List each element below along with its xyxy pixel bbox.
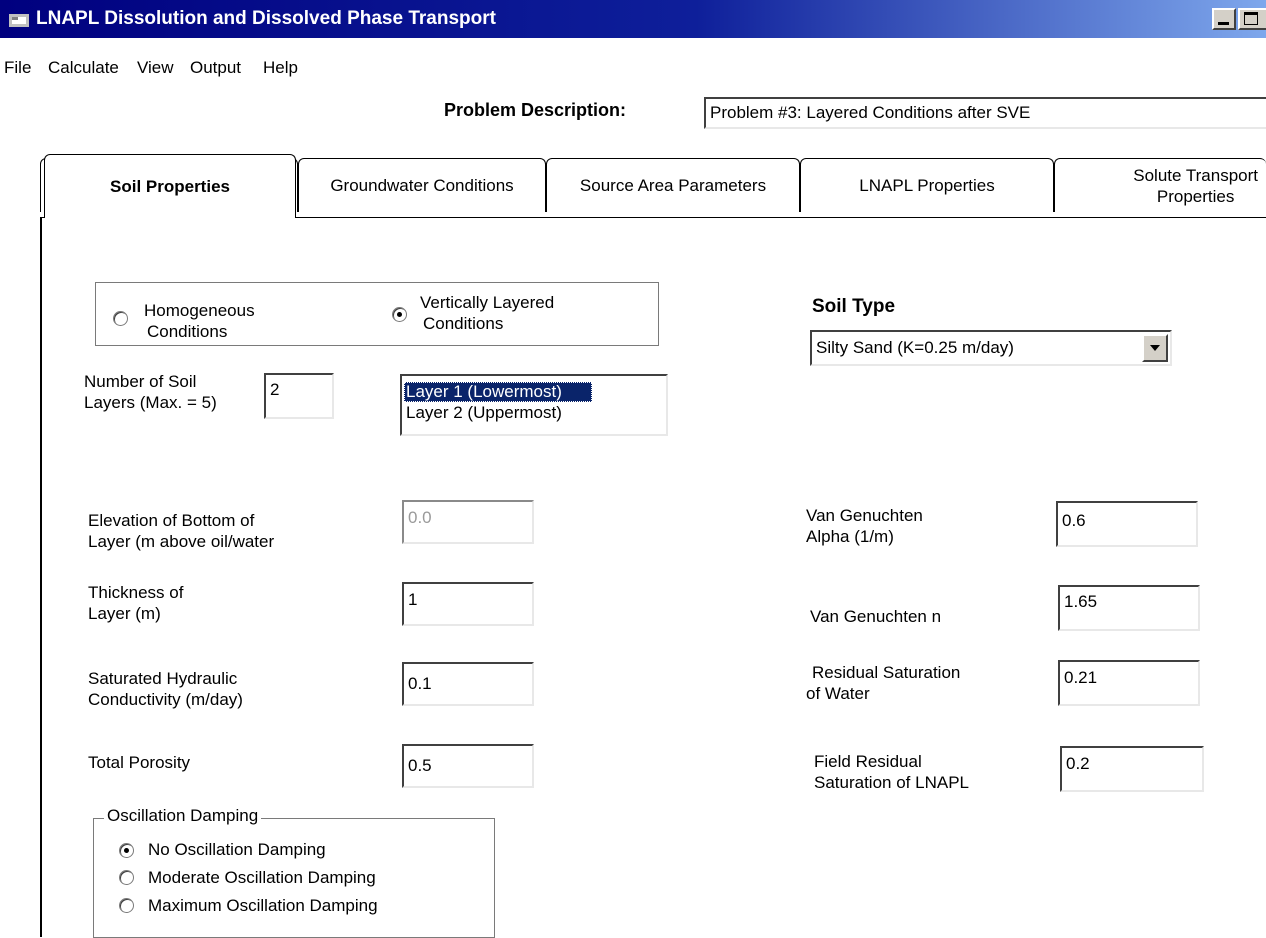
- chevron-down-icon: [1150, 345, 1160, 351]
- moderate-damping-label[interactable]: Moderate Oscillation Damping: [148, 868, 376, 888]
- n-field[interactable]: 1.65: [1058, 585, 1200, 631]
- thickness-label-line2: Layer (m): [88, 604, 161, 623]
- minimize-button[interactable]: [1212, 8, 1236, 30]
- n-label: Van Genuchten n: [810, 607, 942, 626]
- alpha-field[interactable]: 0.6: [1056, 501, 1198, 547]
- lnapl-sat-label-line1: Field Residual: [814, 752, 922, 771]
- tab-solute-line1: Solute Transport: [1133, 165, 1258, 185]
- porosity-field[interactable]: 0.5: [402, 744, 534, 788]
- lnapl-saturation-field[interactable]: 0.2: [1060, 746, 1204, 792]
- problem-description-label: Problem Description:: [444, 100, 627, 120]
- elevation-label-line2: Layer (m above oil/water: [88, 532, 275, 551]
- tab-soil-properties[interactable]: Soil Properties: [44, 154, 296, 218]
- alpha-label: Van Genuchten Alpha (1/m): [806, 505, 923, 547]
- conductivity-label-line2: Conductivity (m/day): [88, 690, 243, 709]
- water-saturation-label: Residual Saturation of Water: [806, 662, 960, 704]
- list-item-layer-1[interactable]: Layer 1 (Lowermost): [404, 382, 592, 402]
- moderate-damping-radio[interactable]: [119, 870, 134, 885]
- porosity-label: Total Porosity: [88, 753, 191, 772]
- homogeneous-label-line1: Homogeneous: [144, 301, 255, 320]
- tab-solute-transport-properties[interactable]: Solute Transport Properties: [1054, 158, 1266, 212]
- title-bar: LNAPL Dissolution and Dissolved Phase Tr…: [0, 0, 1266, 38]
- tab-lnapl-label: LNAPL Properties: [859, 176, 995, 195]
- tab-groundwater-label: Groundwater Conditions: [330, 176, 514, 195]
- elevation-field[interactable]: 0.0: [402, 500, 534, 544]
- elevation-label: Elevation of Bottom of Layer (m above oi…: [88, 510, 274, 552]
- maximum-damping-radio[interactable]: [119, 898, 134, 913]
- tab-source-area-label: Source Area Parameters: [579, 176, 767, 195]
- maximize-button[interactable]: [1238, 8, 1266, 30]
- list-item-layer-2[interactable]: Layer 2 (Uppermost): [404, 403, 592, 423]
- tab-solute-transport-label: Solute Transport Properties: [1133, 165, 1258, 207]
- maximum-damping-label[interactable]: Maximum Oscillation Damping: [148, 896, 378, 916]
- lnapl-saturation-label: Field Residual Saturation of LNAPL: [814, 751, 969, 793]
- thickness-label: Thickness of Layer (m): [88, 582, 183, 624]
- num-layers-field[interactable]: 2: [264, 373, 334, 419]
- vertically-layered-radio[interactable]: [392, 307, 407, 322]
- menu-help[interactable]: Help: [263, 58, 298, 78]
- layered-label-line2: Conditions: [423, 314, 504, 333]
- menu-calculate[interactable]: Calculate: [48, 58, 119, 78]
- soil-type-value: Silty Sand (K=0.25 m/day): [816, 338, 1014, 357]
- num-layers-label: Number of Soil Layers (Max. = 5): [84, 371, 217, 413]
- num-layers-label-line2: Layers (Max. = 5): [84, 393, 217, 412]
- conductivity-label: Saturated Hydraulic Conductivity (m/day): [88, 668, 243, 710]
- tab-soil-properties-label: Soil Properties: [110, 177, 230, 196]
- maximize-icon: [1244, 12, 1258, 25]
- window-title: LNAPL Dissolution and Dissolved Phase Tr…: [36, 8, 496, 29]
- homogeneous-label-line2: Conditions: [147, 322, 228, 341]
- thickness-field[interactable]: 1: [402, 582, 534, 626]
- menu-view[interactable]: View: [137, 58, 174, 78]
- layered-label-line1: Vertically Layered: [420, 293, 555, 312]
- elevation-label-line1: Elevation of Bottom of: [88, 511, 255, 530]
- alpha-label-line1: Van Genuchten: [806, 506, 923, 525]
- water-saturation-field[interactable]: 0.21: [1058, 660, 1200, 706]
- lnapl-sat-label-line2: Saturation of LNAPL: [814, 773, 969, 792]
- tab-solute-line2: Properties: [1156, 186, 1235, 206]
- tab-lnapl-properties[interactable]: LNAPL Properties: [800, 158, 1054, 212]
- water-sat-label-line1: Residual Saturation: [812, 663, 961, 682]
- soil-type-select[interactable]: Silty Sand (K=0.25 m/day): [810, 330, 1172, 366]
- vertically-layered-label[interactable]: Vertically Layered Conditions: [420, 292, 554, 334]
- soil-type-label: Soil Type: [812, 296, 896, 317]
- no-damping-radio[interactable]: [119, 843, 134, 858]
- homogeneous-label[interactable]: Homogeneous Conditions: [144, 300, 255, 342]
- problem-description-field[interactable]: Problem #3: Layered Conditions after SVE: [704, 97, 1266, 129]
- alpha-label-line2: Alpha (1/m): [806, 527, 894, 546]
- menu-file[interactable]: File: [4, 58, 31, 78]
- layer-listbox[interactable]: Layer 1 (Lowermost) Layer 2 (Uppermost): [400, 374, 668, 436]
- conductivity-field[interactable]: 0.1: [402, 662, 534, 706]
- menu-output[interactable]: Output: [190, 58, 241, 78]
- tab-groundwater-conditions[interactable]: Groundwater Conditions: [298, 158, 546, 212]
- no-damping-label[interactable]: No Oscillation Damping: [148, 840, 326, 860]
- oscillation-damping-title: Oscillation Damping: [104, 806, 262, 826]
- tab-source-area-parameters[interactable]: Source Area Parameters: [546, 158, 800, 212]
- homogeneous-radio[interactable]: [113, 311, 128, 326]
- dropdown-button[interactable]: [1142, 334, 1168, 362]
- minimize-icon: [1218, 22, 1229, 25]
- water-sat-label-line2: of Water: [806, 684, 870, 703]
- conductivity-label-line1: Saturated Hydraulic: [88, 669, 238, 688]
- app-window-icon: [9, 10, 29, 27]
- thickness-label-line1: Thickness of: [88, 583, 184, 602]
- num-layers-label-line1: Number of Soil: [84, 372, 197, 391]
